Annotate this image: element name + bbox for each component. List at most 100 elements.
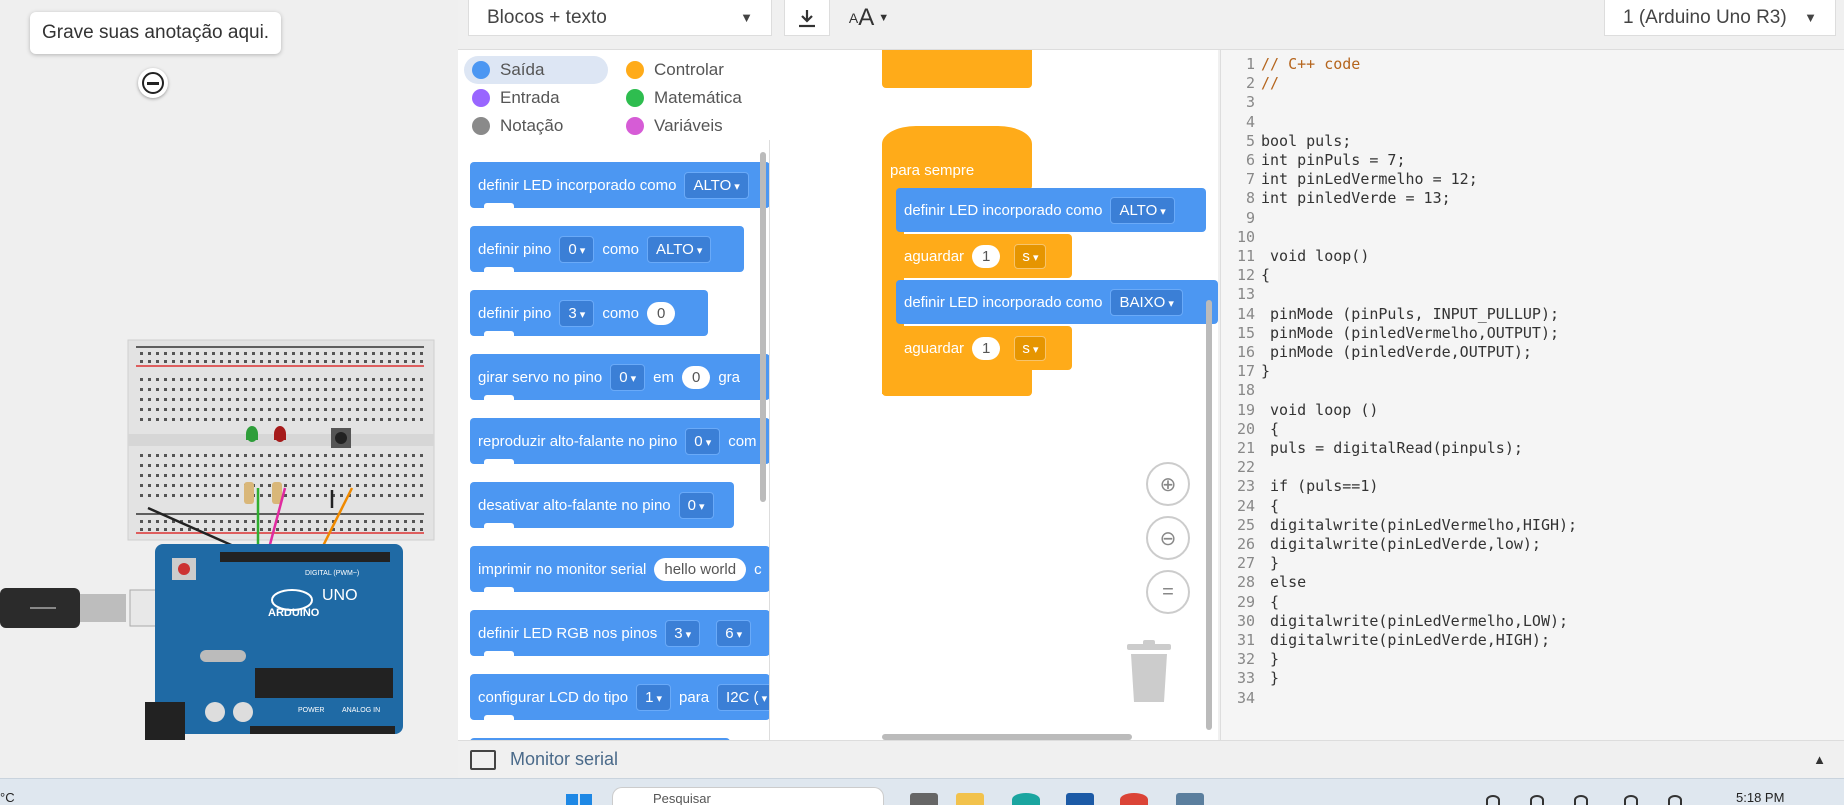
code-line[interactable]: 29 { — [1221, 592, 1841, 612]
block-set-rgb-led[interactable]: definir LED RGB nos pinos 3 6 — [470, 610, 769, 656]
palette-scrollbar[interactable] — [760, 152, 766, 502]
tray-icon[interactable] — [1486, 795, 1500, 805]
block-dropdown[interactable]: BAIXO — [1110, 288, 1183, 316]
store-icon[interactable] — [1066, 793, 1094, 805]
category-saida[interactable]: Saída — [464, 56, 608, 84]
code-line[interactable]: 23 if (puls==1) — [1221, 476, 1841, 496]
block-number-input[interactable]: 0 — [682, 365, 711, 389]
category-entrada[interactable]: Entrada — [464, 84, 608, 112]
font-size-button[interactable]: A A ▼ — [838, 0, 900, 36]
code-line[interactable]: 16 pinMode (pinledVerde,OUTPUT); — [1221, 342, 1841, 362]
code-line[interactable]: 3 — [1221, 92, 1841, 112]
weather-temp[interactable]: °C — [0, 790, 15, 805]
code-line[interactable]: 12 { — [1221, 265, 1841, 285]
tray-icon[interactable] — [1624, 795, 1638, 805]
wait-block-2[interactable]: aguardar 1 s — [896, 326, 1072, 370]
code-line[interactable]: 25 digitalwrite(pinLedVermelho,HIGH); — [1221, 515, 1841, 535]
code-line[interactable]: 19 void loop () — [1221, 400, 1841, 420]
block-text-input[interactable]: hello world — [654, 557, 747, 581]
block-dropdown[interactable]: s — [1014, 243, 1047, 269]
code-line[interactable]: 4 — [1221, 112, 1841, 132]
serial-monitor-bar[interactable]: Monitor serial ▲ — [458, 740, 1844, 778]
circuit-canvas[interactable]: Grave suas anotação aqui. ARDUINO UNO DI… — [0, 0, 458, 778]
block-configure-lcd[interactable]: configurar LCD do tipo 1 para I2C ( — [470, 674, 769, 720]
block-dropdown[interactable]: ALTO — [684, 171, 749, 199]
note-minimize-icon[interactable] — [138, 68, 168, 98]
block-set-builtin-led[interactable]: definir LED incorporado como ALTO — [470, 162, 769, 208]
block-dropdown[interactable]: 0 — [685, 427, 721, 455]
code-line[interactable]: 10 — [1221, 227, 1841, 247]
block-set-pin-value[interactable]: definir pino 3 como 0 — [470, 290, 708, 336]
code-line[interactable]: 5 bool puls; — [1221, 131, 1841, 151]
code-line[interactable]: 11 void loop() — [1221, 246, 1841, 266]
windows-start-icon[interactable] — [566, 793, 592, 805]
edge-icon[interactable] — [1012, 793, 1040, 805]
note-bubble[interactable]: Grave suas anotação aqui. — [30, 12, 282, 54]
tray-icon[interactable] — [1668, 795, 1682, 805]
chrome-icon[interactable] — [1120, 793, 1148, 805]
block-dropdown[interactable]: 0 — [610, 363, 646, 391]
code-line[interactable]: 20 { — [1221, 419, 1841, 439]
code-line[interactable]: 30 digitalwrite(pinLedVermelho,LOW); — [1221, 611, 1841, 631]
code-line[interactable]: 13 — [1221, 284, 1841, 304]
editor-mode-select[interactable]: Blocos + texto ▼ — [468, 0, 772, 36]
code-line[interactable]: 17} — [1221, 361, 1841, 381]
set-led-block-high[interactable]: definir LED incorporado como ALTO — [896, 188, 1206, 232]
workspace-vertical-scrollbar[interactable] — [1206, 300, 1212, 730]
zoom-reset-button[interactable]: = — [1146, 570, 1190, 614]
code-line[interactable]: 34 — [1221, 688, 1841, 708]
code-line[interactable]: 27 } — [1221, 553, 1841, 573]
block-dropdown[interactable]: 3 — [665, 619, 701, 647]
block-number-input[interactable]: 1 — [972, 244, 1001, 268]
code-line[interactable]: 9 — [1221, 208, 1841, 228]
category-matematica[interactable]: Matemática — [618, 84, 762, 112]
block-partial-top[interactable] — [882, 50, 1032, 88]
block-dropdown[interactable]: s — [1014, 335, 1047, 361]
tray-icon[interactable] — [1574, 795, 1588, 805]
chevron-up-icon[interactable]: ▲ — [1813, 752, 1826, 767]
zoom-in-button[interactable]: ⊕ — [1146, 462, 1190, 506]
block-dropdown[interactable]: ALTO — [647, 235, 712, 263]
code-line[interactable]: 18 — [1221, 380, 1841, 400]
code-line[interactable]: 6 int pinPuls = 7; — [1221, 150, 1841, 170]
download-button[interactable] — [784, 0, 830, 36]
block-number-input[interactable]: 0 — [647, 301, 676, 325]
block-number-input[interactable]: 1 — [972, 336, 1001, 360]
code-line[interactable]: 7 int pinLedVermelho = 12; — [1221, 169, 1841, 189]
block-dropdown[interactable]: 6 — [716, 619, 752, 647]
code-line[interactable]: 33 } — [1221, 668, 1841, 688]
block-dropdown[interactable]: 0 — [559, 235, 595, 263]
code-line[interactable]: 8 int pinledVerde = 13; — [1221, 188, 1841, 208]
tray-icon[interactable] — [1530, 795, 1544, 805]
wait-block-1[interactable]: aguardar 1 s — [896, 234, 1072, 278]
block-serial-print[interactable]: imprimir no monitor serial hello world c — [470, 546, 769, 592]
task-view-icon[interactable] — [910, 793, 938, 805]
category-controlar[interactable]: Controlar — [618, 56, 762, 84]
block-dropdown[interactable]: 3 — [559, 299, 595, 327]
code-line[interactable]: 22 — [1221, 457, 1841, 477]
category-notacao[interactable]: Notação — [464, 112, 608, 140]
block-set-pin[interactable]: definir pino 0 como ALTO — [470, 226, 744, 272]
clock[interactable]: 5:18 PM — [1736, 790, 1784, 805]
blocks-workspace[interactable]: para sempre definir LED incorporado como… — [770, 50, 1218, 740]
block-play-speaker[interactable]: reproduzir alto-falante no pino 0 com — [470, 418, 769, 464]
app-icon[interactable] — [1176, 793, 1204, 805]
set-led-block-low[interactable]: definir LED incorporado como BAIXO — [896, 280, 1218, 324]
block-stop-speaker[interactable]: desativar alto-falante no pino 0 — [470, 482, 734, 528]
code-line[interactable]: 1 // C++ code — [1221, 54, 1841, 74]
code-line[interactable]: 24 { — [1221, 496, 1841, 516]
file-explorer-icon[interactable] — [956, 793, 984, 805]
code-line[interactable]: 14 pinMode (pinPuls, INPUT_PULLUP); — [1221, 304, 1841, 324]
block-dropdown[interactable]: I2C ( — [717, 683, 769, 711]
forever-block[interactable]: para sempre — [882, 150, 1032, 190]
code-line[interactable]: 26 digitalwrite(pinLedVerde,low); — [1221, 534, 1841, 554]
code-line[interactable]: 2 // — [1221, 73, 1841, 93]
board-select[interactable]: 1 (Arduino Uno R3) ▼ — [1604, 0, 1836, 36]
code-line[interactable]: 31 digitalwrite(pinLedVerde,HIGH); — [1221, 630, 1841, 650]
trash-icon[interactable] — [1125, 640, 1173, 704]
taskbar-search[interactable]: Pesquisar — [612, 787, 884, 805]
block-dropdown[interactable]: 1 — [636, 683, 672, 711]
code-line[interactable]: 15 pinMode (pinledVermelho,OUTPUT); — [1221, 323, 1841, 343]
block-dropdown[interactable]: ALTO — [1110, 196, 1175, 224]
block-rotate-servo[interactable]: girar servo no pino 0 em 0 gra — [470, 354, 769, 400]
